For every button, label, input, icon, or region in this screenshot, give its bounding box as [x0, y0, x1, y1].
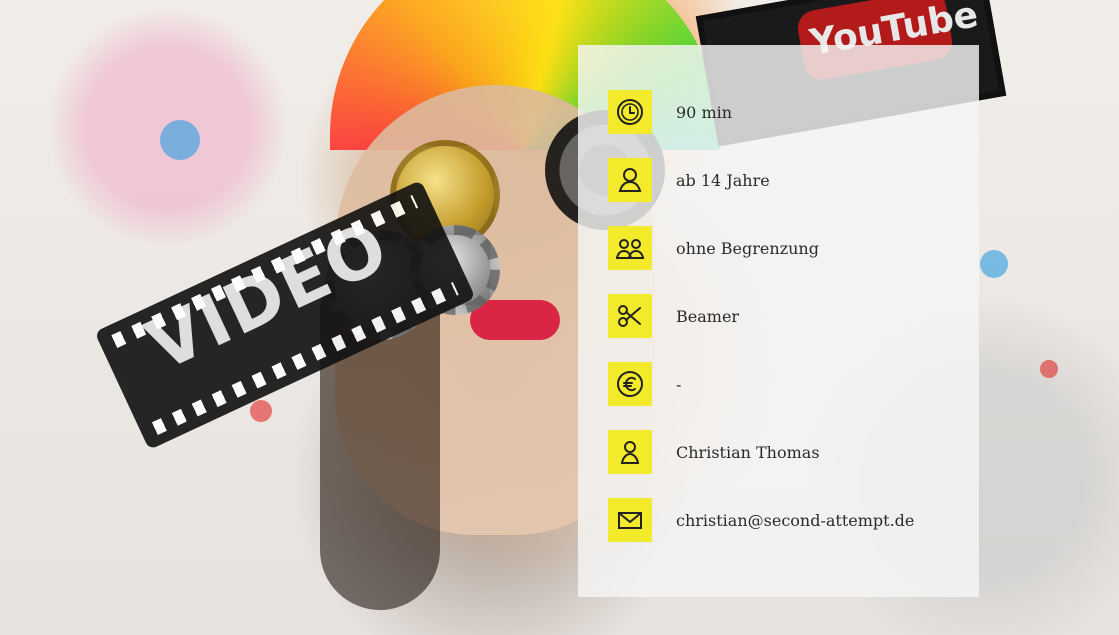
paint-splash — [980, 250, 1008, 278]
info-email[interactable]: christian@second-attempt.de — [676, 511, 914, 530]
paint-splash — [1040, 360, 1058, 378]
info-contact-name: Christian Thomas — [676, 442, 820, 462]
info-row-contact-name: Christian Thomas — [608, 430, 820, 474]
info-participants: ohne Begrenzung — [676, 238, 819, 258]
info-row-duration: 90 min — [608, 90, 732, 134]
info-materials: Beamer — [676, 306, 740, 326]
woman-lips — [470, 300, 560, 340]
clock-icon — [608, 90, 652, 134]
info-age: ab 14 Jahre — [676, 170, 770, 190]
info-cost: - — [676, 374, 682, 394]
paint-splash — [160, 120, 200, 160]
scissors-icon — [608, 294, 652, 338]
info-panel: 90 min ab 14 Jahre ohne Begrenzung Beame… — [578, 45, 979, 597]
info-row-participants: ohne Begrenzung — [608, 226, 819, 270]
info-row-age: ab 14 Jahre — [608, 158, 770, 202]
info-duration: 90 min — [676, 102, 733, 122]
info-row-email: christian@second-attempt.de — [608, 498, 914, 542]
info-row-materials: Beamer — [608, 294, 739, 338]
euro-icon — [608, 362, 652, 406]
paint-splash — [250, 400, 272, 422]
person-icon — [608, 158, 652, 202]
group-icon — [608, 226, 652, 270]
info-row-cost: - — [608, 362, 681, 406]
person-outline-icon — [608, 430, 652, 474]
envelope-icon — [608, 498, 652, 542]
